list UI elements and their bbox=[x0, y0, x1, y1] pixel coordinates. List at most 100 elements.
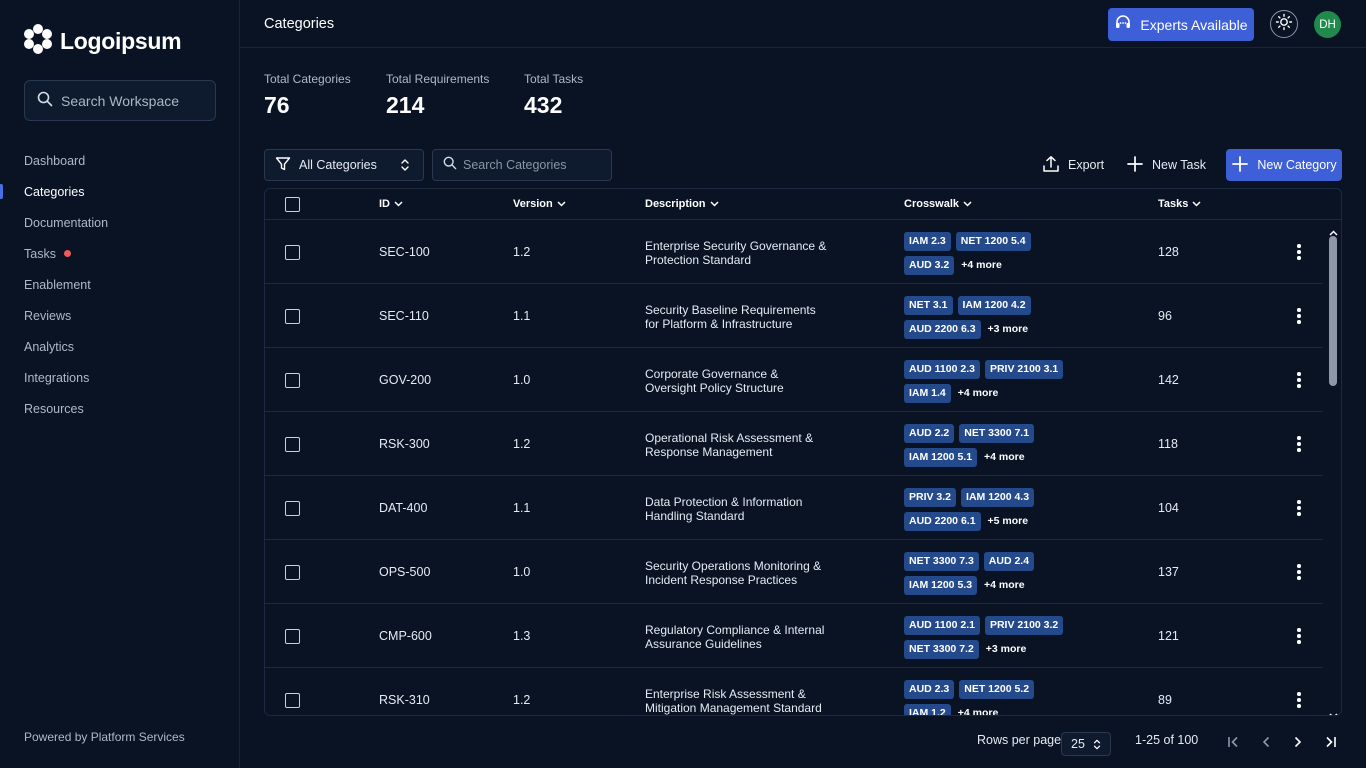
first-page-button[interactable] bbox=[1226, 736, 1242, 752]
scroll-down-icon[interactable] bbox=[1329, 706, 1338, 715]
table-row[interactable]: OPS-500 1.0 Security Operations Monitoring… bbox=[265, 540, 1323, 604]
scroll-thumb[interactable] bbox=[1329, 236, 1337, 386]
row-checkbox[interactable] bbox=[285, 501, 300, 516]
row-id[interactable]: DAT-400 bbox=[379, 501, 427, 515]
crosswalk-tag[interactable]: AUD 2.3 bbox=[904, 679, 955, 699]
column-header-version[interactable]: Version bbox=[513, 198, 566, 210]
more-tags-link[interactable]: +3 more bbox=[986, 643, 1027, 655]
table-row[interactable]: SEC-100 1.2 Enterprise Security Governance… bbox=[265, 220, 1323, 284]
sidebar-item-enablement[interactable]: Enablement bbox=[0, 269, 240, 300]
kebab-icon[interactable] bbox=[1296, 564, 1302, 582]
crosswalk-tag[interactable]: IAM 1.2 bbox=[904, 703, 951, 715]
row-checkbox[interactable] bbox=[285, 565, 300, 580]
table-row[interactable]: SEC-110 1.1 Security Baseline Requirements… bbox=[265, 284, 1323, 348]
crosswalk-tag[interactable]: NET 1200 5.2 bbox=[959, 679, 1035, 699]
row-id[interactable]: OPS-500 bbox=[379, 565, 430, 579]
row-checkbox[interactable] bbox=[285, 309, 300, 324]
row-checkbox[interactable] bbox=[285, 629, 300, 644]
row-id[interactable]: GOV-200 bbox=[379, 373, 431, 387]
crosswalk-tag[interactable]: PRIV 2100 3.2 bbox=[984, 615, 1064, 635]
crosswalk-tag[interactable]: AUD 2200 6.1 bbox=[904, 511, 981, 531]
column-header-id[interactable]: ID bbox=[379, 198, 403, 210]
more-tags-link[interactable]: +4 more bbox=[984, 579, 1025, 591]
row-checkbox[interactable] bbox=[285, 245, 300, 260]
crosswalk-tag[interactable]: AUD 1100 2.3 bbox=[904, 359, 980, 379]
category-search[interactable] bbox=[432, 149, 612, 181]
crosswalk-tag[interactable]: PRIV 2100 3.1 bbox=[984, 359, 1064, 379]
sidebar-item-reviews[interactable]: Reviews bbox=[0, 300, 240, 331]
sidebar-item-categories[interactable]: Categories bbox=[0, 176, 240, 207]
sidebar-item-dashboard[interactable]: Dashboard bbox=[0, 145, 240, 176]
next-page-button[interactable] bbox=[1290, 736, 1306, 752]
crosswalk-tag[interactable]: AUD 2.4 bbox=[983, 551, 1035, 571]
column-header-crosswalk[interactable]: Crosswalk bbox=[904, 198, 972, 210]
sidebar-item-documentation[interactable]: Documentation bbox=[0, 207, 240, 238]
crosswalk-tag[interactable]: IAM 1200 4.2 bbox=[957, 295, 1031, 315]
select-all-checkbox[interactable] bbox=[285, 197, 300, 212]
kebab-icon[interactable] bbox=[1296, 692, 1302, 710]
crosswalk-tag[interactable]: AUD 2200 6.3 bbox=[904, 319, 981, 339]
row-id[interactable]: RSK-300 bbox=[379, 437, 430, 451]
more-tags-link[interactable]: +5 more bbox=[988, 515, 1029, 527]
table-row[interactable]: DAT-400 1.1 Data Protection & Information H… bbox=[265, 476, 1323, 540]
new-category-button[interactable]: New Category bbox=[1226, 149, 1342, 181]
kebab-icon[interactable] bbox=[1296, 372, 1302, 390]
table-scrollbar[interactable] bbox=[1323, 220, 1341, 715]
kebab-icon[interactable] bbox=[1296, 308, 1302, 326]
sidebar-item-resources[interactable]: Resources bbox=[0, 393, 240, 424]
crosswalk-tag[interactable]: IAM 1200 5.1 bbox=[904, 447, 978, 467]
experts-available-button[interactable]: Experts Available bbox=[1108, 8, 1254, 41]
kebab-icon[interactable] bbox=[1296, 436, 1302, 454]
row-checkbox[interactable] bbox=[285, 437, 300, 452]
table-row[interactable]: RSK-300 1.2 Operational Risk Assessment & R… bbox=[265, 412, 1323, 476]
crosswalk-tag[interactable]: AUD 2.2 bbox=[904, 423, 955, 443]
column-header-tasks[interactable]: Tasks bbox=[1158, 198, 1201, 210]
kebab-icon[interactable] bbox=[1296, 244, 1302, 262]
workspace-search[interactable]: Search Workspace bbox=[24, 80, 216, 121]
crosswalk-tag[interactable]: NET 1200 5.4 bbox=[955, 231, 1031, 251]
kebab-icon[interactable] bbox=[1296, 500, 1302, 518]
new-task-button[interactable]: New Task bbox=[1126, 152, 1206, 178]
sidebar-item-tasks[interactable]: Tasks bbox=[0, 238, 240, 269]
prev-page-button[interactable] bbox=[1258, 736, 1274, 752]
table-row[interactable]: GOV-200 1.0 Corporate Governance & Oversigh… bbox=[265, 348, 1323, 412]
crosswalk-tag[interactable]: NET 3300 7.2 bbox=[904, 639, 979, 659]
more-tags-link[interactable]: +4 more bbox=[984, 451, 1025, 463]
more-tags-link[interactable]: +4 more bbox=[961, 259, 1002, 271]
kebab-icon[interactable] bbox=[1296, 628, 1302, 646]
crosswalk-tag[interactable]: IAM 1200 5.3 bbox=[904, 575, 978, 595]
last-page-button[interactable] bbox=[1322, 736, 1338, 752]
row-checkbox[interactable] bbox=[285, 373, 300, 388]
crosswalk-tag[interactable]: IAM 1200 4.3 bbox=[961, 487, 1035, 507]
crosswalk-tag[interactable]: NET 3.1 bbox=[904, 295, 953, 315]
row-id[interactable]: SEC-100 bbox=[379, 245, 430, 259]
avatar[interactable]: DH bbox=[1314, 11, 1341, 38]
more-tags-link[interactable]: +4 more bbox=[958, 707, 999, 715]
crosswalk-tag[interactable]: AUD 1100 2.1 bbox=[904, 615, 980, 635]
row-checkbox[interactable] bbox=[285, 693, 300, 708]
column-header-description[interactable]: Description bbox=[645, 198, 719, 210]
crosswalk-tag[interactable]: IAM 1.4 bbox=[904, 383, 951, 403]
crosswalk-tag[interactable]: PRIV 3.2 bbox=[904, 487, 957, 507]
row-id[interactable]: CMP-600 bbox=[379, 629, 432, 643]
table-row[interactable]: CMP-600 1.3 Regulatory Compliance & Intern… bbox=[265, 604, 1323, 668]
crosswalk-tag[interactable]: NET 3300 7.3 bbox=[904, 551, 979, 571]
row-description-line: Corporate Governance & bbox=[645, 367, 779, 381]
sidebar-item-analytics[interactable]: Analytics bbox=[0, 331, 240, 362]
more-tags-link[interactable]: +4 more bbox=[958, 387, 999, 399]
row-id[interactable]: RSK-310 bbox=[379, 693, 430, 707]
sidebar-item-integrations[interactable]: Integrations bbox=[0, 362, 240, 393]
row-id[interactable]: SEC-110 bbox=[379, 309, 429, 323]
crosswalk-tag[interactable]: NET 3300 7.1 bbox=[959, 423, 1035, 443]
theme-toggle-button[interactable] bbox=[1270, 10, 1298, 38]
export-button[interactable]: Export bbox=[1042, 152, 1104, 178]
category-search-input[interactable] bbox=[463, 158, 603, 172]
crosswalk-tag[interactable]: AUD 3.2 bbox=[904, 255, 955, 275]
category-filter-select[interactable]: All Categories bbox=[264, 149, 424, 181]
rows-per-page-select[interactable]: 25 bbox=[1061, 732, 1111, 756]
crosswalk-tag[interactable]: IAM 2.3 bbox=[904, 231, 951, 251]
row-tasks-count: 104 bbox=[1158, 501, 1179, 515]
more-tags-link[interactable]: +3 more bbox=[988, 323, 1029, 335]
table-row[interactable]: RSK-310 1.2 Enterprise Risk Assessment & Mi… bbox=[265, 668, 1323, 715]
brand-logo[interactable]: Logoipsum bbox=[24, 24, 182, 59]
